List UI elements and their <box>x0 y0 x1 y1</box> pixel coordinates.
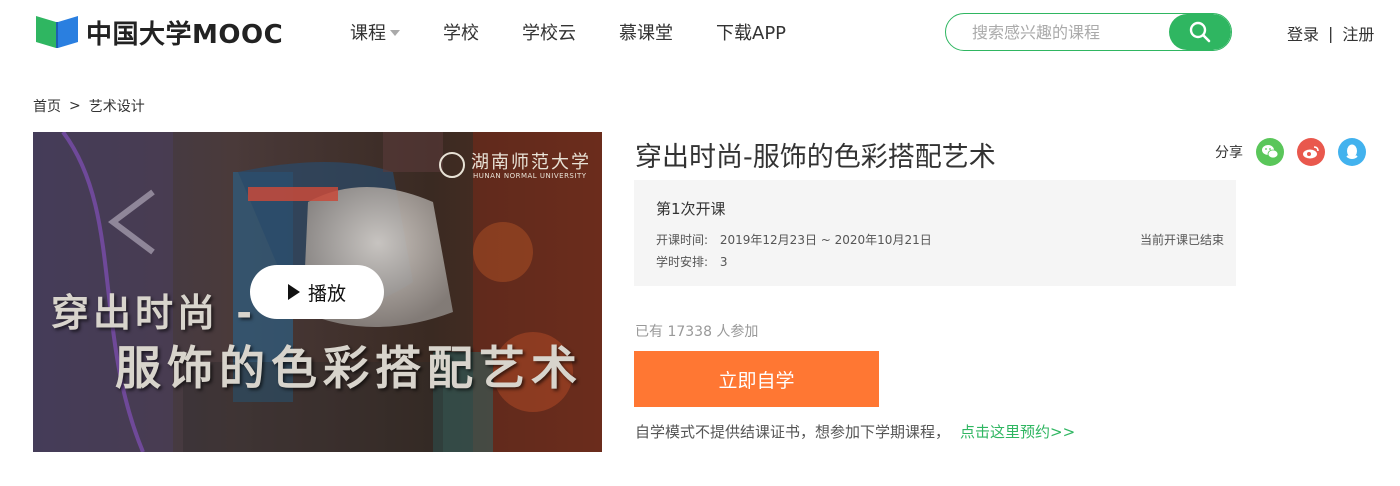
nav-item-label: 课程 <box>350 23 386 44</box>
caret-down-icon <box>390 30 400 36</box>
nav-item-school-cloud[interactable]: 学校云 <box>522 19 576 45</box>
site-header: 中国大学MOOC 课程 学校 学校云 慕课堂 下载APP 登录 | <box>0 0 1400 64</box>
breadcrumb-home[interactable]: 首页 <box>33 96 61 116</box>
auth-links: 登录 | 注册 <box>1287 21 1374 45</box>
play-button[interactable]: 播放 <box>250 265 384 319</box>
nav-item-mooc-classroom[interactable]: 慕课堂 <box>619 19 673 45</box>
book-logo-icon <box>36 14 80 50</box>
brand-name: 中国大学MOOC <box>86 19 284 50</box>
term-status: 当前开课已结束 <box>1139 233 1224 247</box>
cover-title-line2: 服饰的色彩搭配艺术 <box>115 341 583 395</box>
term-schedule-row: 学时安排: 3 <box>656 253 728 270</box>
cover-university-name: 湖南师范大学 <box>471 152 591 173</box>
reserve-link[interactable]: 点击这里预约>> <box>960 423 1075 441</box>
start-self-study-button[interactable]: 立即自学 <box>634 351 879 407</box>
enroll-count: 已有 17338 人参加 <box>635 324 759 340</box>
play-icon <box>287 284 300 300</box>
share-label: 分享 <box>1215 145 1243 161</box>
term-time-row: 开课时间: 2019年12月23日 ~ 2020年10月21日 <box>656 231 932 248</box>
nav-item-schools[interactable]: 学校 <box>443 19 479 45</box>
nav-item-courses[interactable]: 课程 <box>350 19 400 45</box>
course-title: 穿出时尚-服饰的色彩搭配艺术 <box>635 142 996 173</box>
search-input[interactable] <box>946 14 1168 50</box>
term-schedule-label: 学时安排: <box>656 255 709 269</box>
course-video-cover[interactable]: 湖南师范大学 HUNAN NORMAL UNIVERSITY 穿出时尚 - 服饰… <box>33 132 602 452</box>
nav-item-label: 学校 <box>443 23 479 44</box>
login-link[interactable]: 登录 <box>1287 21 1319 45</box>
nav-item-label: 下载APP <box>716 23 787 44</box>
wechat-icon[interactable] <box>1256 138 1284 166</box>
search-box <box>945 13 1232 51</box>
play-label: 播放 <box>307 282 346 305</box>
nav-item-download-app[interactable]: 下载APP <box>716 19 786 45</box>
site-logo[interactable]: 中国大学MOOC <box>36 14 283 50</box>
nav-item-label: 学校云 <box>522 23 576 44</box>
register-link[interactable]: 注册 <box>1342 21 1374 45</box>
term-schedule-value: 3 <box>719 255 728 269</box>
breadcrumb-separator: > <box>69 98 81 114</box>
share-bar: 分享 <box>1215 138 1366 166</box>
nav-item-label: 慕课堂 <box>619 23 673 44</box>
note-text: 自学模式不提供结课证书，想参加下学期课程， <box>635 423 951 441</box>
breadcrumb-category[interactable]: 艺术设计 <box>89 96 145 116</box>
term-info-panel: 第1次开课 开课时间: 2019年12月23日 ~ 2020年10月21日 学时… <box>634 180 1236 286</box>
main-nav: 课程 学校 学校云 慕课堂 下载APP <box>350 18 829 46</box>
self-study-note: 自学模式不提供结课证书，想参加下学期课程， 点击这里预约>> <box>635 421 1075 442</box>
cover-title-line1: 穿出时尚 - <box>51 291 257 335</box>
university-emblem-icon <box>439 152 465 178</box>
search-icon <box>1189 21 1211 43</box>
search-button[interactable] <box>1169 14 1231 50</box>
term-time-value: 2019年12月23日 ~ 2020年10月21日 <box>719 233 932 247</box>
qq-icon[interactable] <box>1338 138 1366 166</box>
term-time-label: 开课时间: <box>656 233 709 247</box>
auth-separator: | <box>1328 23 1334 43</box>
weibo-icon[interactable] <box>1297 138 1325 166</box>
breadcrumb: 首页 > 艺术设计 <box>33 96 145 116</box>
term-name: 第1次开课 <box>656 200 726 218</box>
cover-university-subtitle: HUNAN NORMAL UNIVERSITY <box>473 172 587 180</box>
